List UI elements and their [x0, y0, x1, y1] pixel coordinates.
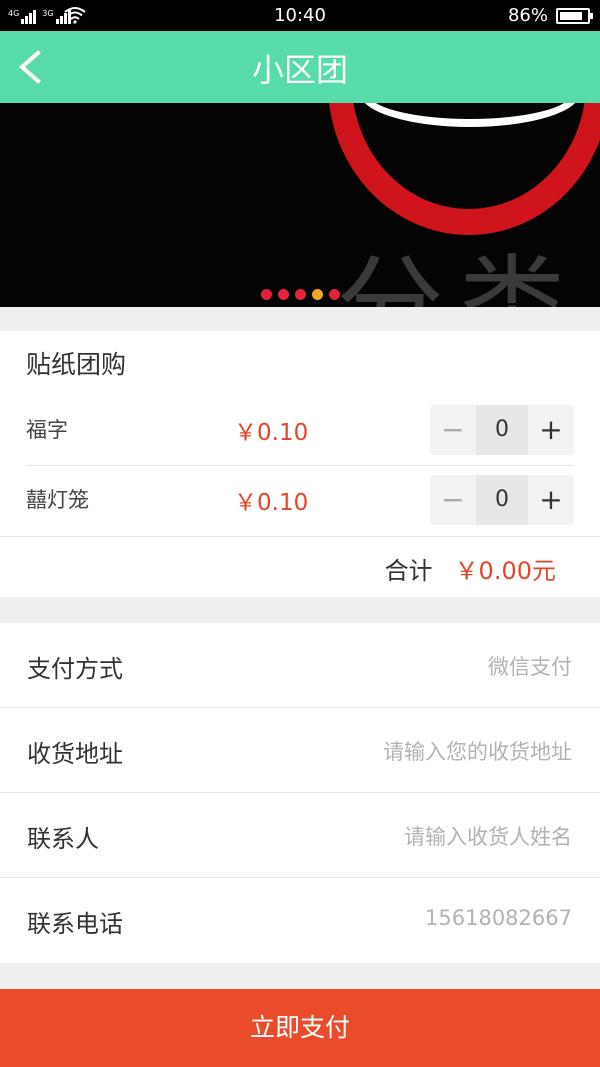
title-bar: 小区团: [0, 31, 600, 103]
battery-fill: [560, 12, 583, 20]
address-field[interactable]: 请输入您的收货地址: [383, 736, 572, 766]
banner-carousel[interactable]: 分类: [0, 103, 600, 307]
carousel-dot[interactable]: [261, 289, 272, 300]
item-price: ￥0.10: [234, 420, 309, 446]
payment-method-row[interactable]: 支付方式 微信支付: [0, 623, 600, 708]
total-label: 合计: [384, 557, 433, 585]
battery-icon: [556, 8, 593, 24]
item-name: 囍灯笼: [26, 488, 89, 512]
total-row: 合计 ￥0.00元: [385, 551, 556, 586]
sticker-group-section: 贴纸团购 福字 ￥0.10 − 0 + 囍灯笼 ￥0.10 − 0 + 合计 ￥…: [0, 331, 600, 597]
decrease-button[interactable]: −: [430, 475, 476, 525]
decrease-button[interactable]: −: [430, 405, 476, 455]
quantity-value[interactable]: 0: [476, 405, 528, 455]
list-item: 囍灯笼 ￥0.10 − 0 +: [26, 467, 574, 536]
phone-row[interactable]: 联系电话 15618082667: [0, 878, 600, 963]
list-item: 福字 ￥0.10 − 0 +: [26, 397, 574, 466]
status-bar: 4G 3G 10:40 86%: [0, 0, 600, 31]
item-price: ￥0.10: [234, 490, 309, 516]
section-title: 贴纸团购: [26, 350, 127, 379]
carousel-dot[interactable]: [312, 289, 323, 300]
carousel-indicator: [261, 289, 340, 300]
payment-method-value: 微信支付: [488, 655, 572, 679]
quantity-value[interactable]: 0: [476, 475, 528, 525]
pay-now-button[interactable]: 立即支付: [0, 989, 600, 1067]
phone-field[interactable]: 15618082667: [425, 906, 572, 930]
order-form: 支付方式 微信支付 收货地址 请输入您的收货地址 联系人 请输入收货人姓名 联系…: [0, 623, 600, 963]
contact-field[interactable]: 请输入收货人姓名: [404, 821, 572, 851]
divider: [0, 536, 600, 537]
contact-label: 联系人: [27, 825, 99, 853]
total-amount: ￥0.00元: [454, 557, 556, 585]
increase-button[interactable]: +: [528, 405, 574, 455]
quantity-stepper: − 0 +: [430, 475, 574, 525]
carousel-dot[interactable]: [278, 289, 289, 300]
page-title: 小区团: [251, 51, 348, 89]
carousel-dot[interactable]: [329, 289, 340, 300]
increase-button[interactable]: +: [528, 475, 574, 525]
banner-text: 分类: [336, 253, 580, 308]
battery-percent: 86%: [507, 5, 548, 26]
quantity-stepper: − 0 +: [430, 405, 574, 455]
carousel-dot[interactable]: [295, 289, 306, 300]
contact-row[interactable]: 联系人 请输入收货人姓名: [0, 793, 600, 878]
phone-label: 联系电话: [27, 910, 123, 938]
item-name: 福字: [26, 418, 68, 442]
address-label: 收货地址: [27, 740, 123, 768]
address-row[interactable]: 收货地址 请输入您的收货地址: [0, 708, 600, 793]
payment-method-label: 支付方式: [27, 655, 123, 683]
